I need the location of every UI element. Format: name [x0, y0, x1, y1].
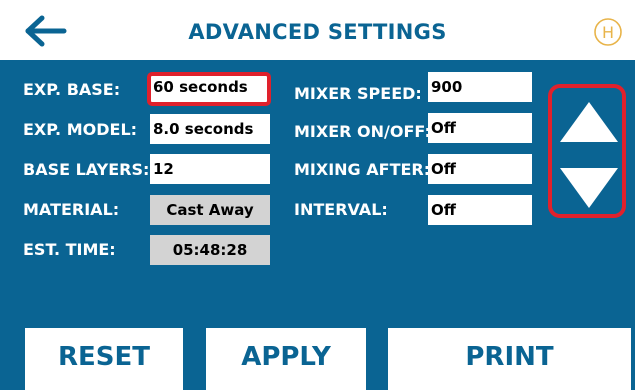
material-field: Cast Away [150, 195, 270, 225]
page-title: ADVANCED SETTINGS [188, 20, 447, 44]
label-exp-model: EXP. MODEL: [23, 120, 138, 139]
base-layers-field[interactable]: 12 [150, 154, 270, 184]
triangle-down-icon[interactable] [558, 166, 620, 210]
advanced-settings-screen: ADVANCED SETTINGS H EXP. BASE: EXP. MODE… [0, 0, 635, 390]
exp-base-field[interactable]: 60 seconds [147, 72, 271, 106]
mixer-speed-field[interactable]: 900 [428, 72, 532, 102]
label-exp-base: EXP. BASE: [23, 80, 121, 99]
reset-button[interactable]: RESET [25, 328, 183, 390]
logo-h-icon: H [594, 18, 622, 46]
label-interval: INTERVAL: [294, 200, 388, 219]
label-mixer-on-off: MIXER ON/OFF: [294, 122, 431, 141]
value-stepper [548, 84, 626, 218]
est-time-field: 05:48:28 [150, 235, 270, 265]
print-button[interactable]: PRINT [388, 328, 631, 390]
logo-letter: H [602, 23, 614, 42]
label-material: MATERIAL: [23, 200, 120, 219]
header-bar: ADVANCED SETTINGS H [0, 0, 635, 60]
mixer-on-off-field[interactable]: Off [428, 113, 532, 143]
label-mixing-after: MIXING AFTER: [294, 160, 431, 179]
interval-field[interactable]: Off [428, 195, 532, 225]
label-mixer-speed: MIXER SPEED: [294, 84, 422, 103]
mixing-after-field[interactable]: Off [428, 154, 532, 184]
exp-model-field[interactable]: 8.0 seconds [150, 114, 270, 144]
label-base-layers: BASE LAYERS: [23, 160, 150, 179]
label-est-time: EST. TIME: [23, 240, 116, 259]
triangle-up-icon[interactable] [558, 100, 620, 144]
apply-button[interactable]: APPLY [206, 328, 366, 390]
